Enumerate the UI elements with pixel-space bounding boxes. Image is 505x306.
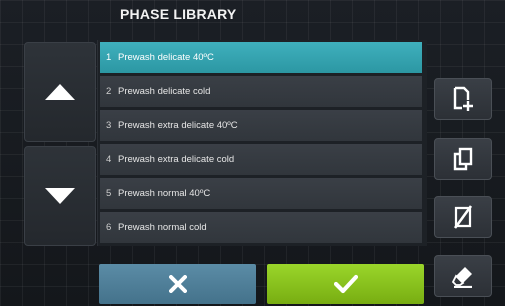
phase-label: Prewash normal cold — [118, 222, 207, 233]
page-title: PHASE LIBRARY — [120, 6, 237, 22]
phase-label: Prewash normal 40ºC — [118, 188, 211, 199]
phase-list-item[interactable]: 4 Prewash extra delicate cold — [100, 144, 422, 175]
scroll-down-button[interactable] — [24, 146, 96, 246]
phase-list-item[interactable]: 2 Prewash delicate cold — [100, 76, 422, 107]
copy-icon — [453, 147, 473, 171]
confirm-button[interactable] — [267, 264, 424, 304]
edit-eraser-icon — [451, 267, 472, 288]
phase-list-item[interactable]: 1 Prewash delicate 40ºC — [100, 42, 422, 73]
phase-list-item[interactable]: 5 Prewash normal 40ºC — [100, 178, 422, 209]
new-document-icon — [453, 86, 473, 111]
phase-number: 2 — [106, 86, 112, 97]
phase-number: 6 — [106, 222, 112, 233]
phase-label: Prewash delicate cold — [118, 86, 211, 97]
delete-phase-button[interactable] — [434, 196, 492, 238]
phase-number: 4 — [106, 154, 112, 165]
checkmark-icon — [333, 274, 358, 294]
scroll-up-button[interactable] — [24, 42, 96, 142]
phase-number: 1 — [106, 52, 112, 63]
edit-phase-button[interactable] — [434, 255, 492, 297]
x-icon — [168, 275, 187, 293]
triangle-up-icon — [45, 84, 75, 100]
delete-icon — [453, 205, 473, 229]
copy-phase-button[interactable] — [434, 138, 492, 180]
phase-list-item[interactable]: 3 Prewash extra delicate 40ºC — [100, 110, 422, 141]
phase-label: Prewash extra delicate 40ºC — [118, 120, 238, 131]
phase-label: Prewash delicate 40ºC — [118, 52, 214, 63]
cancel-button[interactable] — [99, 264, 256, 304]
phase-number: 5 — [106, 188, 112, 199]
phase-label: Prewash extra delicate cold — [118, 154, 235, 165]
phase-number: 3 — [106, 120, 112, 131]
new-phase-button[interactable] — [434, 78, 492, 120]
phase-list-item[interactable]: 6 Prewash normal cold — [100, 212, 422, 243]
phase-list: 1 Prewash delicate 40ºC 2 Prewash delica… — [97, 40, 427, 246]
triangle-down-icon — [45, 188, 75, 204]
